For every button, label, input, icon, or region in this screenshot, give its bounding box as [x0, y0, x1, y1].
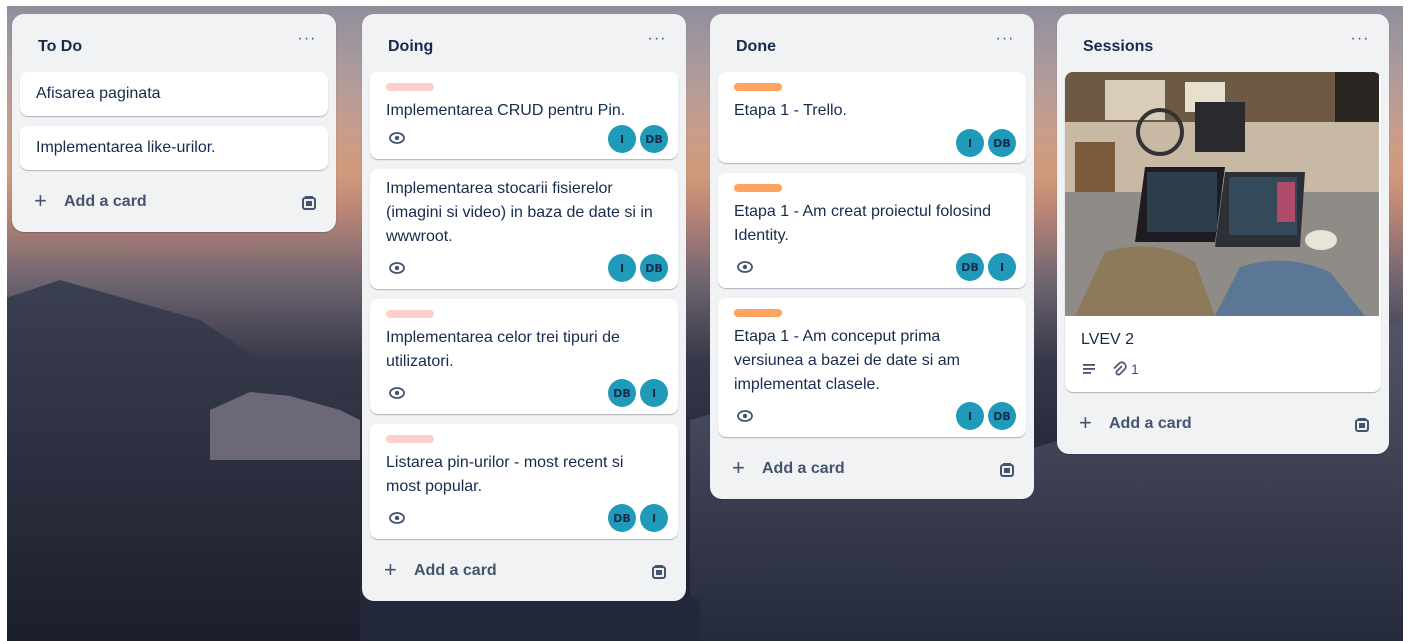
card-label[interactable]	[734, 83, 782, 91]
list-title[interactable]: To Do	[38, 38, 82, 56]
card-template-icon[interactable]	[998, 461, 1016, 479]
card-title: LVEV 2	[1081, 331, 1135, 348]
eye-icon	[389, 262, 405, 274]
eye-icon	[389, 132, 405, 144]
eye-icon	[389, 512, 405, 524]
list-title[interactable]: Sessions	[1083, 38, 1153, 56]
avatar[interactable]: DB	[988, 402, 1016, 430]
card[interactable]: Listarea pin-urilor - most recent si mos…	[370, 424, 678, 539]
list-header: Doing ···	[362, 14, 686, 74]
add-card-button[interactable]: + Add a card	[718, 449, 1026, 491]
ellipsis-icon[interactable]: ···	[994, 31, 1016, 50]
card-title: Etapa 1 - Am creat proiectul folosind Id…	[734, 203, 992, 244]
avatar[interactable]: DB	[956, 253, 984, 281]
ellipsis-icon[interactable]: ···	[296, 31, 318, 50]
avatar[interactable]: I	[640, 504, 668, 532]
avatar[interactable]: I	[608, 254, 636, 282]
attachment-count: 1	[1131, 361, 1139, 377]
card[interactable]: Etapa 1 - Trello. I DB	[718, 72, 1026, 163]
avatar[interactable]: I	[956, 129, 984, 157]
ellipsis-icon[interactable]: ···	[646, 31, 668, 50]
card-cover-photo	[1065, 72, 1379, 316]
card-title: Implementarea celor trei tipuri de utili…	[386, 329, 620, 370]
paperclip-icon	[1113, 361, 1127, 376]
card-body: LVEV 2 1	[1065, 316, 1381, 392]
add-card-button[interactable]: + Add a card	[20, 182, 328, 224]
card-label[interactable]	[386, 435, 434, 443]
avatar[interactable]: DB	[640, 125, 668, 153]
card-title: Implementarea stocarii fisierelor (imagi…	[386, 180, 653, 245]
top-border	[0, 0, 1410, 6]
list-done: Done ··· Etapa 1 - Trello. I DB Etapa 1 …	[710, 14, 1034, 499]
avatar[interactable]: DB	[988, 129, 1016, 157]
card-title: Afisarea paginata	[36, 85, 161, 102]
card[interactable]: Etapa 1 - Am creat proiectul folosind Id…	[718, 173, 1026, 288]
card-badges: 1	[1081, 356, 1367, 382]
card-title: Listarea pin-urilor - most recent si mos…	[386, 454, 624, 495]
avatar[interactable]: I	[608, 125, 636, 153]
plus-icon: +	[1079, 410, 1092, 435]
add-card-button[interactable]: + Add a card	[370, 551, 678, 593]
avatar[interactable]: DB	[608, 504, 636, 532]
card-title: Etapa 1 - Trello.	[734, 102, 847, 119]
card-template-icon[interactable]	[650, 563, 668, 581]
add-card-button[interactable]: + Add a card	[1065, 404, 1381, 446]
right-border	[1403, 0, 1410, 641]
card-template-icon[interactable]	[300, 194, 318, 212]
avatar[interactable]: I	[988, 253, 1016, 281]
list-todo: To Do ··· Afisarea paginata Implementare…	[12, 14, 336, 232]
card-title: Implementarea like-urilor.	[36, 139, 216, 156]
card-template-icon[interactable]	[1353, 416, 1371, 434]
eye-icon	[737, 261, 753, 273]
card-title: Implementarea CRUD pentru Pin.	[386, 102, 626, 119]
avatar[interactable]: DB	[608, 379, 636, 407]
card[interactable]: Implementarea like-urilor.	[20, 126, 328, 170]
left-border	[0, 0, 7, 641]
description-icon	[1083, 364, 1095, 374]
plus-icon: +	[34, 188, 47, 213]
ellipsis-icon[interactable]: ···	[1349, 31, 1371, 50]
add-card-label: Add a card	[414, 562, 497, 579]
list-sessions: Sessions ··· LVEV 2 1 + Add a card	[1057, 14, 1389, 454]
list-header: Sessions ···	[1057, 14, 1389, 74]
card[interactable]: Implementarea CRUD pentru Pin. I DB	[370, 72, 678, 159]
list-header: Done ···	[710, 14, 1034, 74]
add-card-label: Add a card	[64, 193, 147, 210]
plus-icon: +	[384, 557, 397, 582]
avatar[interactable]: I	[640, 379, 668, 407]
add-card-label: Add a card	[762, 460, 845, 477]
avatar[interactable]: I	[956, 402, 984, 430]
card-label[interactable]	[386, 310, 434, 318]
card[interactable]: Afisarea paginata	[20, 72, 328, 116]
card[interactable]: Implementarea stocarii fisierelor (imagi…	[370, 169, 678, 289]
eye-icon	[389, 387, 405, 399]
list-header: To Do ···	[12, 14, 336, 74]
card[interactable]: Etapa 1 - Am conceput prima versiunea a …	[718, 298, 1026, 437]
plus-icon: +	[732, 455, 745, 480]
list-title[interactable]: Done	[736, 38, 776, 56]
card[interactable]: Implementarea celor trei tipuri de utili…	[370, 299, 678, 414]
card-label[interactable]	[386, 83, 434, 91]
eye-icon	[737, 410, 753, 422]
card[interactable]: LVEV 2 1	[1065, 72, 1381, 392]
card-title: Etapa 1 - Am conceput prima versiunea a …	[734, 328, 960, 393]
avatar[interactable]: DB	[640, 254, 668, 282]
card-label[interactable]	[734, 184, 782, 192]
list-title[interactable]: Doing	[388, 38, 433, 56]
list-doing: Doing ··· Implementarea CRUD pentru Pin.…	[362, 14, 686, 601]
card-label[interactable]	[734, 309, 782, 317]
add-card-label: Add a card	[1109, 415, 1192, 432]
